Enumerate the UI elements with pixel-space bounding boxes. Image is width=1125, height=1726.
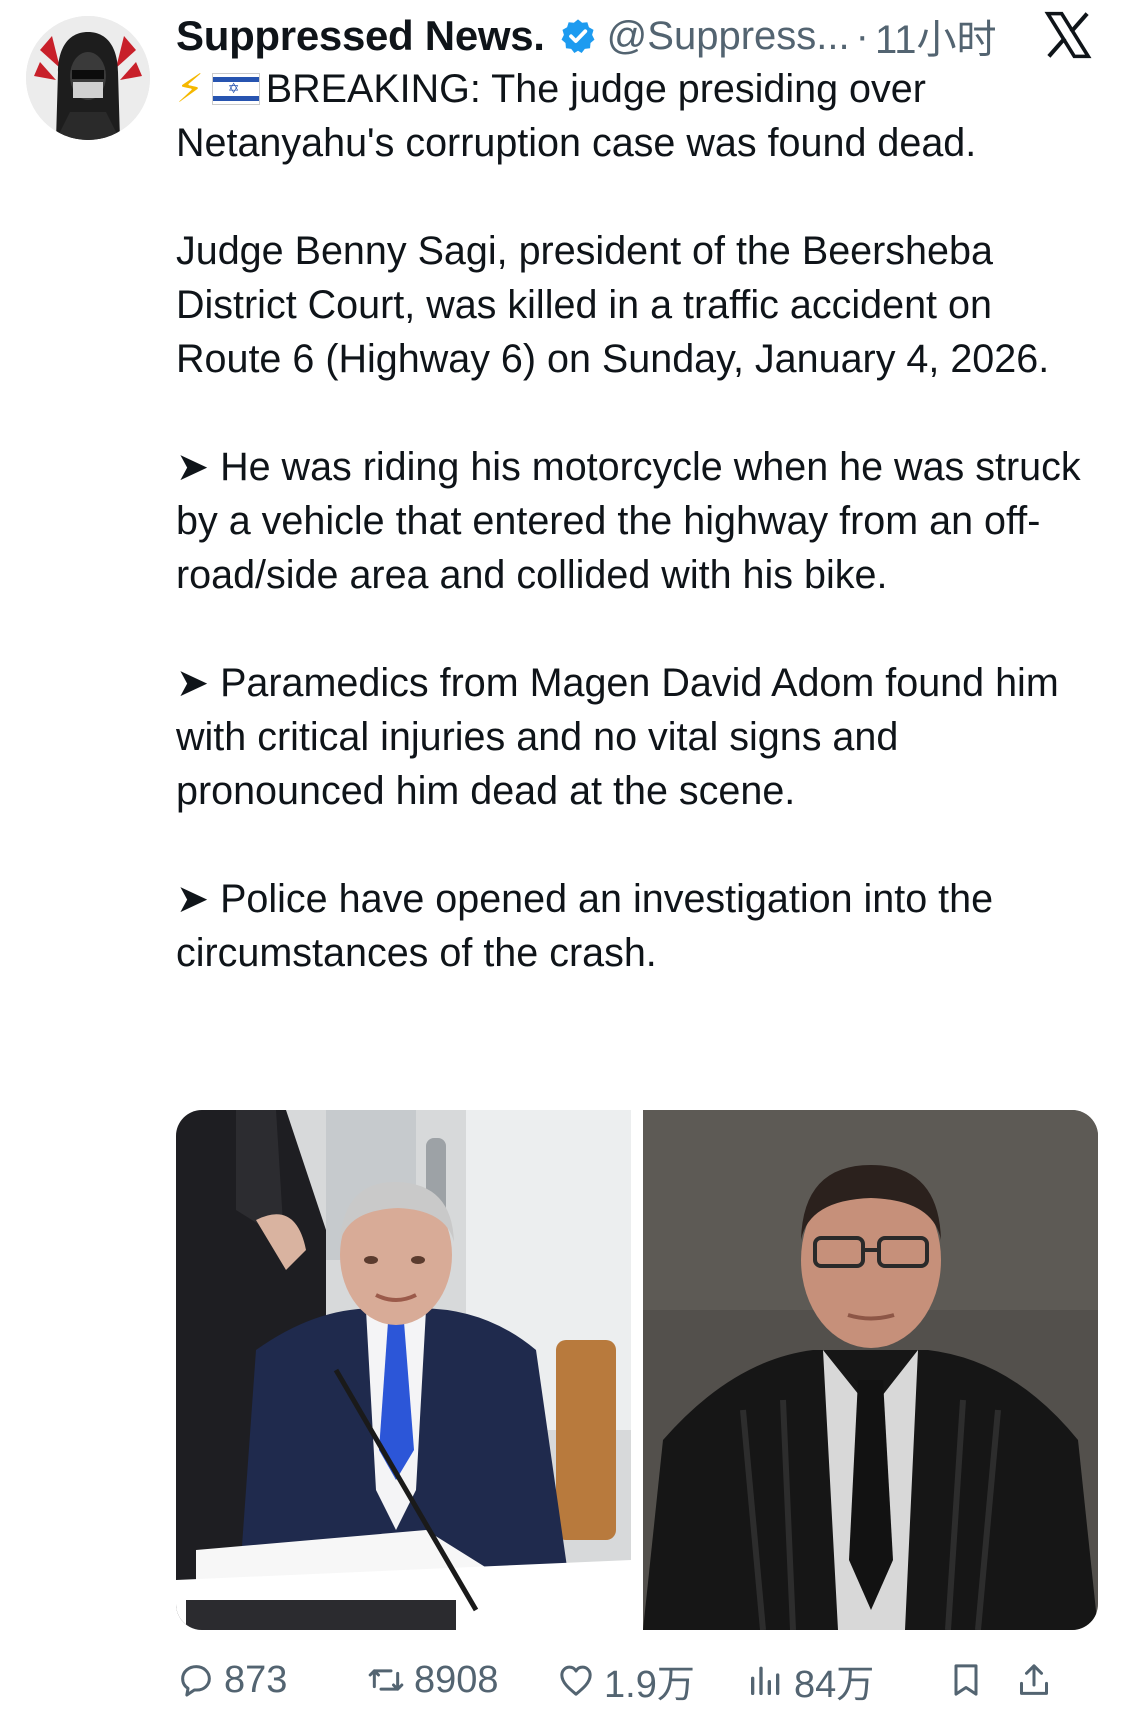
views-button[interactable]: 84万 — [746, 1653, 926, 1708]
avatar[interactable] — [26, 16, 150, 140]
tweet-paragraph: Judge Benny Sagi, president of the Beers… — [176, 229, 1050, 381]
reply-count: 873 — [224, 1658, 288, 1701]
lightning-icon: ⚡ — [176, 67, 204, 111]
tweet-headline-paragraph: ⚡ ✡ BREAKING: The judge presiding over Net… — [176, 62, 1106, 170]
share-button[interactable] — [1014, 1660, 1062, 1700]
media-photo-right[interactable] — [643, 1110, 1098, 1630]
israel-flag-icon: ✡ — [211, 73, 260, 105]
media-gallery — [176, 1110, 1098, 1630]
separator-dot: · — [855, 13, 869, 58]
reply-icon — [181, 1665, 211, 1697]
tweet-headline: BREAKING: The judge presiding over Netan… — [176, 67, 977, 165]
avatar-image — [26, 16, 150, 140]
media-photo-left[interactable] — [176, 1110, 631, 1630]
timestamp[interactable]: 11小时 — [875, 7, 997, 65]
retweet-icon — [368, 1669, 404, 1691]
tweet-paragraph: ➤ Police have opened an investigation in… — [176, 877, 994, 975]
views-icon — [751, 1666, 780, 1695]
verified-badge-icon — [561, 19, 595, 53]
share-icon — [1020, 1664, 1048, 1695]
author-name[interactable]: Suppressed News. — [176, 12, 545, 60]
photo-judge-portrait — [643, 1110, 1098, 1630]
bookmark-button[interactable] — [946, 1660, 994, 1700]
tweet-actions: 873 8908 1.9万 84万 — [176, 1650, 1116, 1710]
bookmark-icon — [954, 1664, 978, 1696]
views-count: 84万 — [794, 1663, 875, 1706]
tweet-header: Suppressed News. @Suppress... · 11小时 — [176, 8, 1105, 64]
retweet-button[interactable]: 8908 — [366, 1659, 556, 1702]
tweet-text: ⚡ ✡ BREAKING: The judge presiding over Net… — [176, 62, 1106, 980]
x-logo-icon[interactable] — [1041, 8, 1095, 62]
photo-man-at-desk — [176, 1110, 631, 1630]
tweet-paragraph: ➤ He was riding his motorcycle when he w… — [176, 445, 1081, 597]
heart-icon — [560, 1665, 592, 1696]
author-handle[interactable]: @Suppress... — [607, 14, 850, 59]
retweet-count: 8908 — [414, 1658, 499, 1701]
like-button[interactable]: 1.9万 — [556, 1653, 746, 1708]
like-count: 1.9万 — [604, 1663, 695, 1706]
tweet-paragraph: ➤ Paramedics from Magen David Adom found… — [176, 661, 1059, 813]
tweet: Suppressed News. @Suppress... · 11小时 ⚡ ✡ B… — [0, 0, 1125, 1726]
reply-button[interactable]: 873 — [176, 1659, 366, 1702]
